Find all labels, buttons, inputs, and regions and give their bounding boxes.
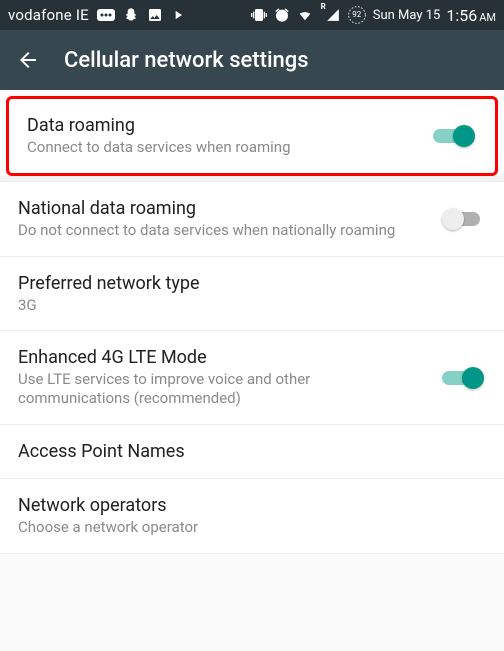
toggle-switch[interactable]: [433, 122, 477, 150]
settings-item-title: Data roaming: [27, 115, 417, 136]
arrow-back-icon: [16, 48, 40, 72]
battery-pct: 92: [347, 5, 367, 25]
settings-item-subtitle: Choose a network operator: [18, 518, 486, 537]
toggle-switch[interactable]: [442, 364, 486, 392]
status-date: Sun May 15: [373, 8, 441, 23]
image-icon: [147, 7, 163, 23]
switch-thumb: [453, 125, 475, 147]
signal-icon: R: [320, 8, 341, 22]
snapchat-icon: [123, 7, 139, 23]
wifi-icon: [296, 8, 314, 22]
settings-item-subtitle: Use LTE services to improve voice and ot…: [18, 370, 426, 408]
play-icon: [171, 8, 185, 22]
settings-item-title: Network operators: [18, 495, 486, 516]
switch-thumb: [442, 208, 464, 230]
more-icon: [97, 9, 115, 21]
settings-item-subtitle: 3G: [18, 296, 486, 315]
settings-item[interactable]: Access Point Names: [0, 425, 504, 479]
carrier-label: vodafone IE: [8, 6, 89, 24]
settings-item-text: National data roaming Do not connect to d…: [18, 198, 426, 240]
settings-item-subtitle: Do not connect to data services when nat…: [18, 221, 426, 240]
settings-item-title: National data roaming: [18, 198, 426, 219]
app-bar: Cellular network settings: [0, 30, 504, 90]
back-button[interactable]: [16, 48, 40, 72]
toggle-switch[interactable]: [442, 205, 486, 233]
page-title: Cellular network settings: [64, 48, 309, 73]
settings-item-title: Access Point Names: [18, 441, 486, 462]
highlight-box: Data roaming Connect to data services whe…: [6, 96, 498, 176]
settings-item[interactable]: Network operators Choose a network operat…: [0, 479, 504, 554]
settings-item[interactable]: Enhanced 4G LTE ModeUse LTE services to …: [0, 331, 504, 425]
settings-item-text: Data roaming Connect to data services whe…: [27, 115, 417, 157]
status-bar: vodafone IE R 92 Sun May: [0, 0, 504, 30]
settings-item-text: Network operators Choose a network operat…: [18, 495, 486, 537]
alarm-icon: [274, 7, 290, 23]
vibrate-icon: [250, 7, 268, 23]
status-time: 1:56AM: [446, 6, 496, 25]
settings-item-subtitle: Connect to data services when roaming: [27, 138, 417, 157]
settings-item-text: Enhanced 4G LTE ModeUse LTE services to …: [18, 347, 426, 408]
settings-item-title: Preferred network type: [18, 273, 486, 294]
settings-item[interactable]: National data roaming Do not connect to d…: [0, 182, 504, 257]
switch-thumb: [462, 367, 484, 389]
settings-item[interactable]: Data roaming Connect to data services whe…: [9, 99, 495, 173]
settings-list: Data roaming Connect to data services whe…: [0, 96, 504, 554]
status-bar-left: vodafone IE: [8, 6, 185, 24]
settings-item[interactable]: Preferred network type 3G: [0, 257, 504, 332]
settings-item-text: Preferred network type 3G: [18, 273, 486, 315]
roaming-indicator: R: [321, 2, 326, 11]
status-bar-right: R 92 Sun May 15 1:56AM: [250, 5, 496, 25]
settings-item-text: Access Point Names: [18, 441, 486, 462]
battery-icon: 92: [347, 5, 367, 25]
settings-item-title: Enhanced 4G LTE Mode: [18, 347, 426, 368]
